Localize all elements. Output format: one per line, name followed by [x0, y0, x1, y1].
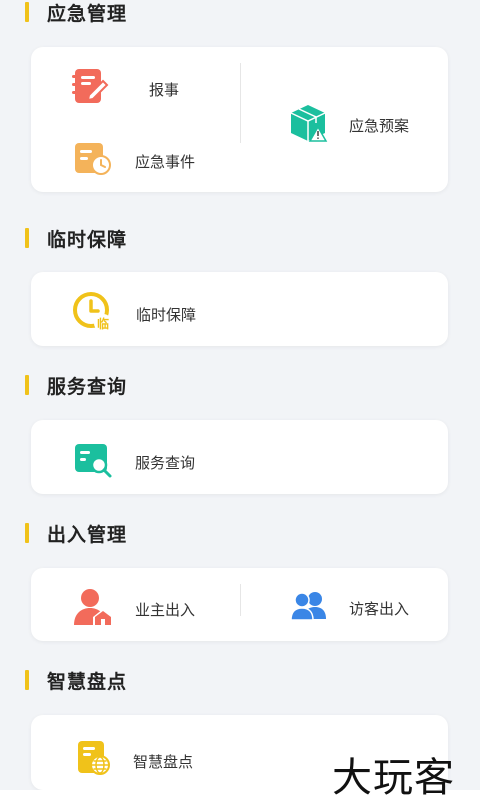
divider [240, 63, 241, 143]
notebook-pen-icon [69, 67, 109, 112]
visitors-icon [290, 591, 328, 626]
service-query-label: 服务查询 [135, 455, 196, 472]
section-title-text: 出入管理 [47, 524, 128, 546]
section-accent-bar [25, 523, 29, 543]
temporary-guarantee-button[interactable]: 临 临时保障 [72, 291, 196, 338]
section-accent-bar [25, 228, 29, 248]
visitor-access-button[interactable]: 访客出入 [290, 591, 409, 626]
emergency-plan-button[interactable]: 应急预案 [287, 103, 409, 148]
clock-temp-icon: 临 [72, 291, 114, 338]
service-card: 服务查询 [31, 420, 448, 494]
owner-home-icon [72, 587, 114, 632]
emergency-event-button[interactable]: 应急事件 [73, 141, 195, 182]
access-card: 业主出入 访客出入 [31, 568, 448, 641]
section-title-emergency: 应急管理 [25, 0, 128, 25]
section-title-text: 服务查询 [47, 376, 128, 398]
search-card-icon [74, 441, 114, 484]
owner-access-button[interactable]: 业主出入 [72, 587, 195, 632]
section-accent-bar [25, 670, 29, 690]
watermark: 大玩客 [332, 755, 455, 800]
emergency-event-label: 应急事件 [135, 154, 196, 171]
emergency-plan-label: 应急预案 [349, 118, 410, 135]
section-title-text: 应急管理 [47, 3, 128, 25]
report-label: 报事 [149, 82, 180, 99]
section-title-text: 智慧盘点 [47, 671, 128, 693]
document-clock-icon [73, 141, 113, 182]
section-accent-bar [25, 2, 29, 22]
temporary-card: 临 临时保障 [31, 272, 448, 346]
warning-box-icon [287, 103, 329, 148]
service-query-button[interactable]: 服务查询 [74, 441, 195, 484]
svg-text:临: 临 [97, 316, 109, 331]
smart-inventory-button[interactable]: 智慧盘点 [76, 740, 193, 783]
section-title-text: 临时保障 [47, 229, 128, 251]
section-accent-bar [25, 375, 29, 395]
smart-inventory-label: 智慧盘点 [133, 754, 194, 771]
section-title-service: 服务查询 [25, 373, 128, 398]
temporary-guarantee-label: 临时保障 [136, 307, 197, 324]
owner-access-label: 业主出入 [135, 602, 196, 619]
visitor-access-label: 访客出入 [349, 601, 410, 618]
section-title-access: 出入管理 [25, 521, 128, 546]
divider [240, 584, 241, 616]
emergency-card: 报事 应急预案 应急事件 [31, 47, 448, 192]
section-title-temporary: 临时保障 [25, 226, 128, 251]
report-button[interactable]: 报事 [69, 67, 179, 112]
inventory-globe-icon [76, 740, 114, 783]
section-title-inventory: 智慧盘点 [25, 668, 128, 693]
